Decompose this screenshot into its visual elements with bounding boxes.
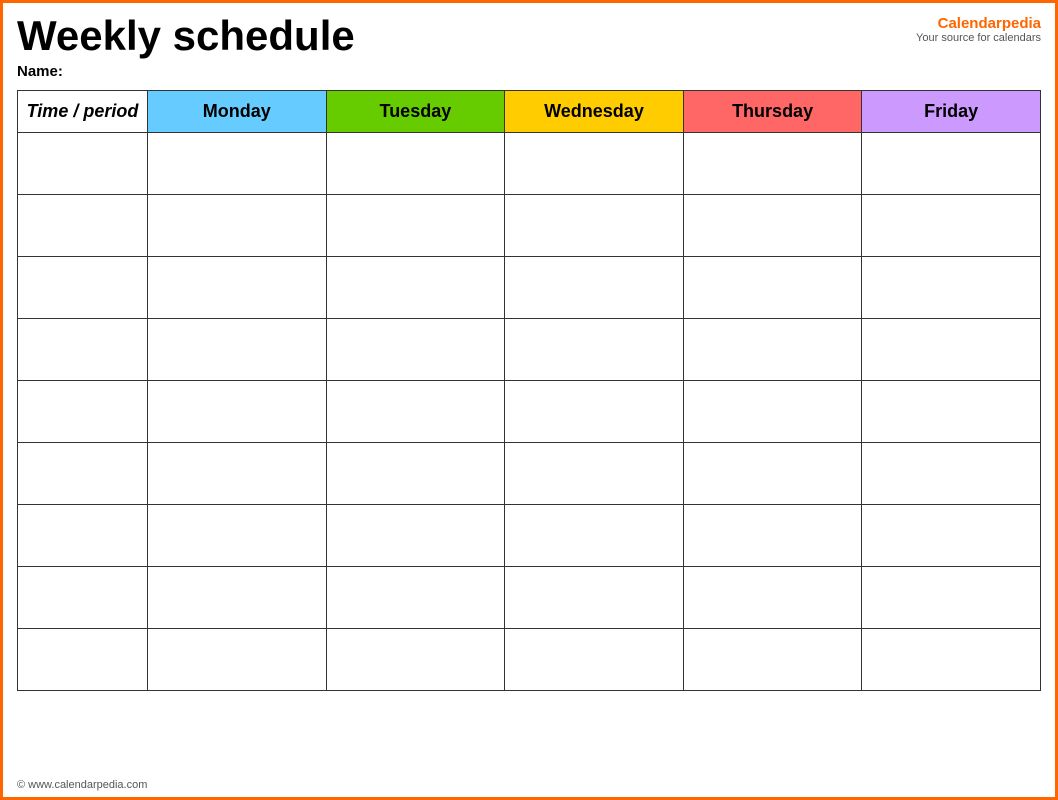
schedule-cell[interactable] xyxy=(683,133,862,195)
wednesday-header: Wednesday xyxy=(505,91,684,133)
schedule-cell[interactable] xyxy=(505,319,684,381)
time-period-header: Time / period xyxy=(18,91,148,133)
time-cell[interactable] xyxy=(18,319,148,381)
schedule-cell[interactable] xyxy=(505,133,684,195)
schedule-cell[interactable] xyxy=(148,629,327,691)
schedule-cell[interactable] xyxy=(505,257,684,319)
table-row xyxy=(18,319,1041,381)
time-cell[interactable] xyxy=(18,567,148,629)
table-row xyxy=(18,195,1041,257)
schedule-cell[interactable] xyxy=(326,133,505,195)
name-row: Name: xyxy=(17,63,1041,80)
time-cell[interactable] xyxy=(18,505,148,567)
footer: © www.calendarpedia.com xyxy=(17,779,147,791)
table-row xyxy=(18,257,1041,319)
schedule-cell[interactable] xyxy=(862,443,1041,505)
table-row xyxy=(18,443,1041,505)
table-row xyxy=(18,629,1041,691)
schedule-cell[interactable] xyxy=(862,629,1041,691)
schedule-cell[interactable] xyxy=(148,505,327,567)
schedule-cell[interactable] xyxy=(505,567,684,629)
page-container: Weekly schedule Calendarpedia Your sourc… xyxy=(0,0,1058,800)
schedule-cell[interactable] xyxy=(683,629,862,691)
schedule-cell[interactable] xyxy=(326,443,505,505)
thursday-header: Thursday xyxy=(683,91,862,133)
time-cell[interactable] xyxy=(18,257,148,319)
time-cell[interactable] xyxy=(18,629,148,691)
schedule-cell[interactable] xyxy=(505,443,684,505)
table-row xyxy=(18,505,1041,567)
schedule-cell[interactable] xyxy=(862,381,1041,443)
schedule-cell[interactable] xyxy=(326,505,505,567)
logo-accent: pedia xyxy=(1002,15,1041,32)
time-cell[interactable] xyxy=(18,133,148,195)
table-header-row: Time / period Monday Tuesday Wednesday T… xyxy=(18,91,1041,133)
schedule-cell[interactable] xyxy=(148,319,327,381)
schedule-cell[interactable] xyxy=(505,505,684,567)
header: Weekly schedule Calendarpedia Your sourc… xyxy=(17,13,1041,59)
schedule-cell[interactable] xyxy=(683,195,862,257)
schedule-cell[interactable] xyxy=(326,195,505,257)
schedule-body xyxy=(18,133,1041,691)
table-row xyxy=(18,133,1041,195)
page-title: Weekly schedule xyxy=(17,13,355,59)
schedule-cell[interactable] xyxy=(683,567,862,629)
schedule-cell[interactable] xyxy=(683,319,862,381)
table-row xyxy=(18,567,1041,629)
schedule-cell[interactable] xyxy=(683,443,862,505)
tuesday-header: Tuesday xyxy=(326,91,505,133)
schedule-cell[interactable] xyxy=(326,629,505,691)
logo-tagline: Your source for calendars xyxy=(916,32,1041,44)
schedule-cell[interactable] xyxy=(326,319,505,381)
time-cell[interactable] xyxy=(18,381,148,443)
schedule-cell[interactable] xyxy=(148,257,327,319)
schedule-cell[interactable] xyxy=(862,257,1041,319)
schedule-cell[interactable] xyxy=(505,195,684,257)
schedule-cell[interactable] xyxy=(862,505,1041,567)
schedule-cell[interactable] xyxy=(326,257,505,319)
logo-container: Calendarpedia Your source for calendars xyxy=(916,15,1041,44)
schedule-cell[interactable] xyxy=(505,629,684,691)
schedule-cell[interactable] xyxy=(862,133,1041,195)
schedule-cell[interactable] xyxy=(683,257,862,319)
schedule-cell[interactable] xyxy=(148,443,327,505)
schedule-cell[interactable] xyxy=(326,567,505,629)
schedule-cell[interactable] xyxy=(683,505,862,567)
schedule-cell[interactable] xyxy=(148,195,327,257)
logo-text: Calendarpedia xyxy=(916,15,1041,32)
friday-header: Friday xyxy=(862,91,1041,133)
time-cell[interactable] xyxy=(18,443,148,505)
schedule-table: Time / period Monday Tuesday Wednesday T… xyxy=(17,90,1041,691)
schedule-cell[interactable] xyxy=(862,195,1041,257)
schedule-cell[interactable] xyxy=(148,381,327,443)
table-row xyxy=(18,381,1041,443)
schedule-cell[interactable] xyxy=(148,567,327,629)
time-cell[interactable] xyxy=(18,195,148,257)
schedule-cell[interactable] xyxy=(326,381,505,443)
logo-brand: Calendar xyxy=(938,15,1002,32)
schedule-cell[interactable] xyxy=(505,381,684,443)
schedule-cell[interactable] xyxy=(683,381,862,443)
schedule-cell[interactable] xyxy=(862,567,1041,629)
monday-header: Monday xyxy=(148,91,327,133)
schedule-cell[interactable] xyxy=(148,133,327,195)
schedule-cell[interactable] xyxy=(862,319,1041,381)
